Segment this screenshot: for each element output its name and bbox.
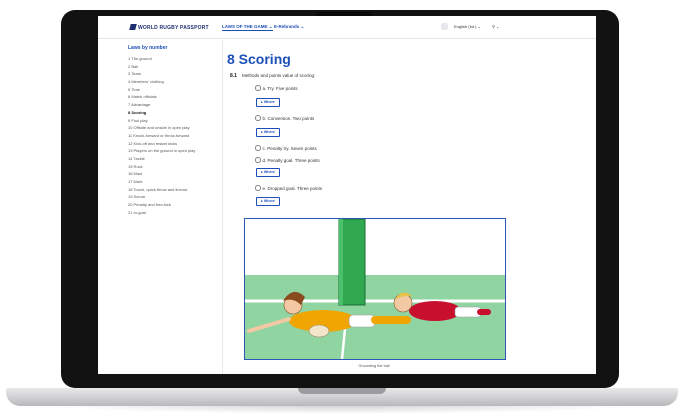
sidebar-item[interactable]: 6 Match officials — [128, 93, 218, 101]
sidebar-item[interactable]: 1 The ground — [128, 55, 218, 63]
sidebar-item[interactable]: 21 In-goal — [128, 209, 218, 217]
top-navigation-bar: WORLD RUGBY PASSPORT LAWS OF THE GAME ⌄ … — [98, 16, 596, 39]
sidebar-item[interactable]: 4 Members' clothing — [128, 78, 218, 86]
language-selector[interactable]: English (Int.) ⌄ — [454, 24, 481, 29]
sidebar-title: Laws by number — [128, 45, 168, 51]
sidebar-item[interactable]: 17 Mark — [128, 178, 218, 186]
sidebar-item[interactable]: 8 Scoring — [128, 109, 218, 117]
sidebar-item[interactable]: 11 Knock-forward or throw-forward — [128, 132, 218, 140]
user-menu[interactable]: ⚲ ⌄ — [492, 24, 499, 29]
sidebar-item[interactable]: 12 Kick-off and restart kicks — [128, 140, 218, 148]
radio-icon — [255, 115, 261, 121]
where-button[interactable]: ▸ Where — [256, 98, 280, 107]
law-section-text: Methods and points value of scoring: — [242, 73, 316, 78]
brand-name: WORLD RUGBY PASSPORT — [138, 25, 209, 31]
sidebar-list: 1 The ground 2 Ball 3 Team 4 Members' cloth… — [128, 55, 218, 216]
radio-icon — [255, 185, 261, 191]
search-icon[interactable] — [441, 23, 448, 30]
sidebar-item[interactable]: 3 Team — [128, 70, 218, 78]
where-button[interactable]: ▸ Where — [256, 128, 280, 137]
sidebar-item[interactable]: 13 Players on the ground in open play — [128, 147, 218, 155]
radio-icon — [255, 157, 261, 163]
scoring-illustration — [244, 218, 506, 360]
laptop-screen: WORLD RUGBY PASSPORT LAWS OF THE GAME ⌄ … — [98, 16, 596, 374]
law-section-number: 8.1 — [230, 73, 237, 79]
rugby-logo-icon — [129, 24, 137, 30]
scoring-option-penalty-goal[interactable]: d. Penalty goal. Three points — [255, 157, 320, 163]
sidebar-item[interactable]: 9 Foul play — [128, 117, 218, 125]
sidebar-item[interactable]: 18 Touch, quick throw and lineout — [128, 186, 218, 194]
nav-laws-of-the-game[interactable]: LAWS OF THE GAME ⌄ — [222, 24, 273, 31]
sidebar-item[interactable]: 16 Maul — [128, 170, 218, 178]
sidebar-item[interactable]: 15 Ruck — [128, 163, 218, 171]
nav-more-menu[interactable]: E-Rebrands ⌄ — [274, 24, 304, 30]
radio-icon — [255, 145, 261, 151]
scoring-option-conversion[interactable]: b. Conversion. Two points — [255, 115, 314, 121]
page-title: 8 Scoring — [227, 51, 291, 67]
sidebar-item[interactable]: 7 Advantage — [128, 101, 218, 109]
illustration-caption: Grounding the ball — [358, 364, 390, 368]
sidebar-item[interactable]: 19 Scrum — [128, 193, 218, 201]
brand-logo[interactable]: WORLD RUGBY PASSPORT — [129, 24, 209, 31]
sidebar-item[interactable]: 5 Time — [128, 86, 218, 94]
scoring-option-try[interactable]: a. Try. Five points — [255, 85, 298, 91]
sidebar-divider — [222, 40, 223, 374]
sidebar-item[interactable]: 10 Offside and onside in open play — [128, 124, 218, 132]
laptop-base-notch — [298, 388, 386, 394]
where-button[interactable]: ▸ Where — [256, 197, 280, 206]
sidebar-item[interactable]: 20 Penalty and free-kick — [128, 201, 218, 209]
where-button[interactable]: ▸ Where — [256, 168, 280, 177]
try-scoring-drawing — [245, 219, 505, 359]
sidebar-item[interactable]: 2 Ball — [128, 63, 218, 71]
scoring-option-penalty-try[interactable]: c. Penalty try. Seven points — [255, 145, 317, 151]
radio-icon — [255, 85, 261, 91]
scoring-option-dropped-goal[interactable]: e. Dropped goal. Three points — [255, 185, 322, 191]
sidebar-item[interactable]: 14 Tackle — [128, 155, 218, 163]
laws-sidebar: Laws by number 1 The ground 2 Ball 3 Team 4… — [128, 45, 218, 216]
